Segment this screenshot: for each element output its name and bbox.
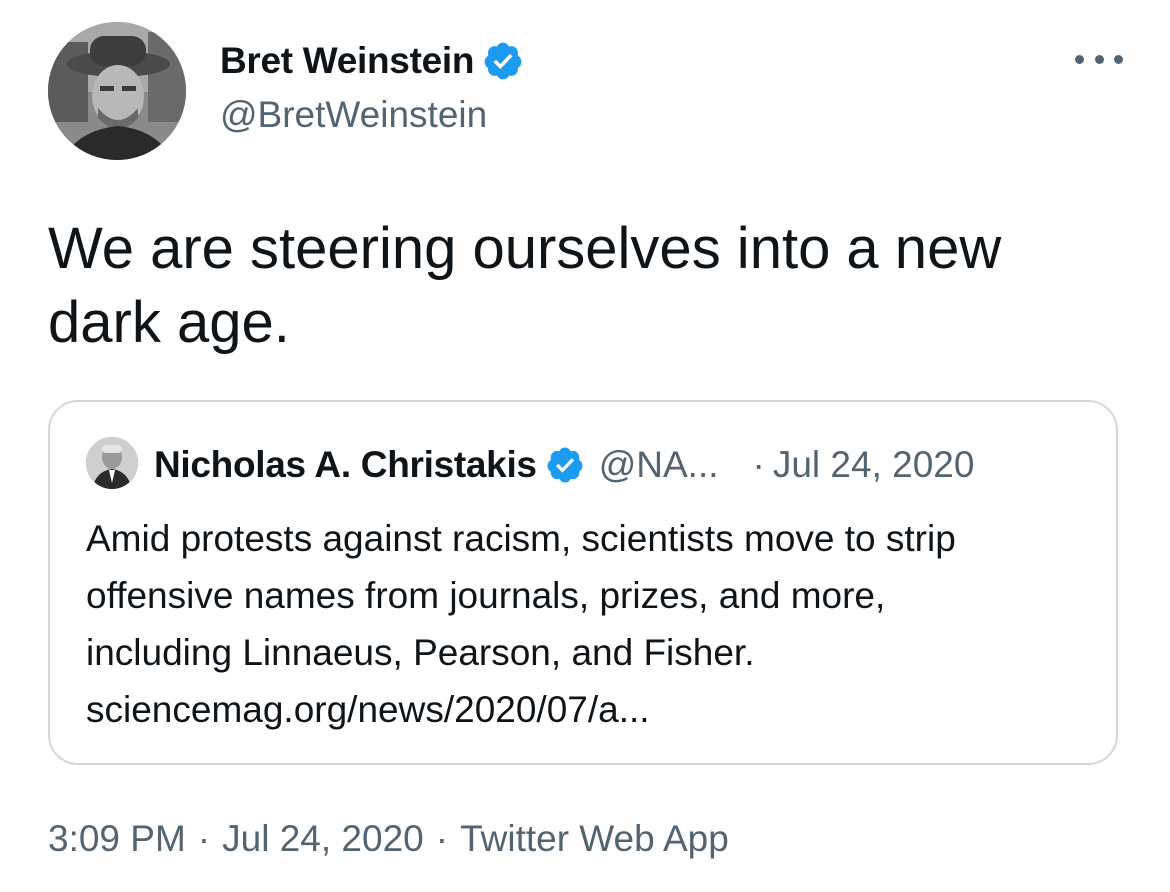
quoted-text-line: including Linnaeus, Pearson, and Fisher.	[86, 632, 755, 673]
quoted-author-avatar-image	[86, 437, 138, 489]
quoted-author-avatar[interactable]	[86, 437, 138, 489]
more-dot	[1094, 54, 1104, 64]
quoted-separator: ·	[752, 444, 765, 485]
verified-badge-icon	[482, 40, 524, 82]
more-options-icon[interactable]	[1075, 44, 1123, 74]
tweet-date[interactable]: Jul 24, 2020	[222, 818, 424, 859]
quoted-header-row: Nicholas A. Christakis @NA... · Jul 24, …	[154, 442, 974, 488]
tweet-text: We are steering ourselves into a new dar…	[48, 212, 1138, 360]
tweet-text-line: We are steering ourselves into a new	[48, 216, 1002, 281]
quoted-date[interactable]: Jul 24, 2020	[773, 444, 975, 486]
author-name-row: Bret Weinstein	[220, 38, 524, 84]
tweet-time[interactable]: 3:09 PM	[48, 818, 186, 859]
quoted-handle[interactable]: @NA...	[599, 444, 719, 486]
quoted-text-line: offensive names from journals, prizes, a…	[86, 575, 886, 616]
author-avatar[interactable]	[48, 22, 186, 160]
more-dot	[1114, 54, 1123, 64]
author-display-name[interactable]: Bret Weinstein	[220, 40, 474, 82]
quoted-text-line: Amid protests against racism, scientists…	[86, 518, 956, 559]
quoted-link[interactable]: sciencemag.org/news/2020/07/a...	[86, 681, 1096, 738]
meta-separator: ·	[435, 818, 449, 859]
quoted-tweet-card[interactable]: Nicholas A. Christakis @NA... · Jul 24, …	[48, 400, 1118, 765]
verified-badge-icon	[545, 445, 585, 485]
author-avatar-image	[48, 22, 186, 160]
author-handle[interactable]: @BretWeinstein	[220, 94, 487, 136]
meta-separator: ·	[197, 818, 211, 859]
quoted-tweet-text: Amid protests against racism, scientists…	[86, 510, 1096, 738]
more-dot	[1075, 54, 1084, 64]
tweet-source[interactable]: Twitter Web App	[460, 818, 729, 859]
tweet-meta: 3:09 PM · Jul 24, 2020 · Twitter Web App	[48, 818, 729, 860]
tweet-text-line: dark age.	[48, 290, 290, 355]
tweet-detail: Bret Weinstein @BretWeinstein We are ste…	[0, 0, 1170, 892]
quoted-display-name[interactable]: Nicholas A. Christakis	[154, 444, 537, 486]
